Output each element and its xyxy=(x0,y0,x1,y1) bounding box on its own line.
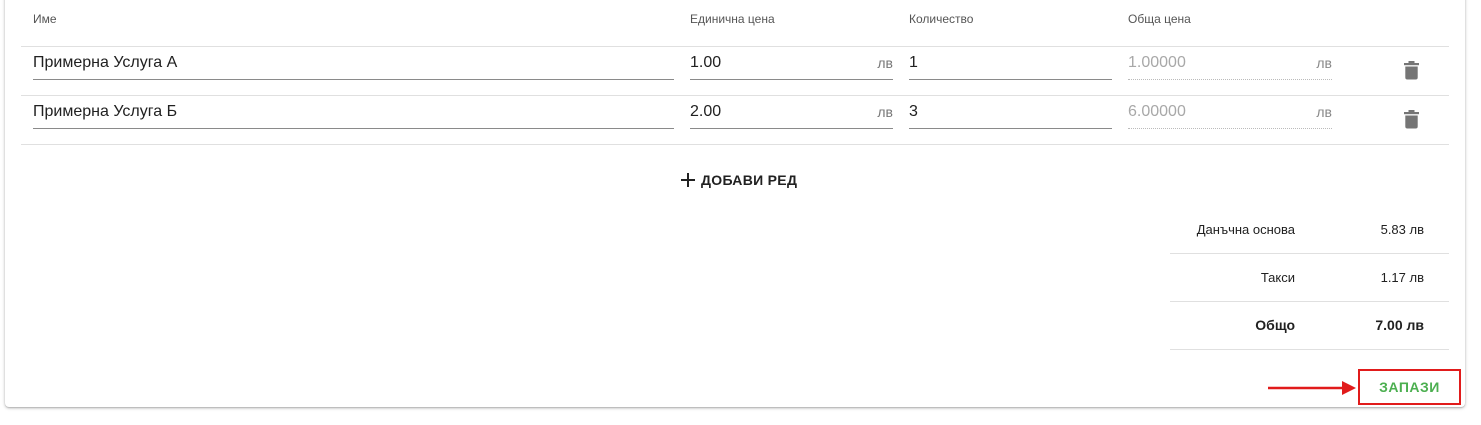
row-divider xyxy=(21,144,1449,145)
unit-price-input[interactable]: 2.00 лв xyxy=(690,95,893,129)
table-row: Примерна Услуга А 1.00 лв 1 1.00000 лв xyxy=(0,46,1481,95)
tax-base-label: Данъчна основа xyxy=(1196,222,1295,237)
column-header-total-price: Обща цена xyxy=(1128,12,1191,26)
taxes-value: 1.17 лв xyxy=(1380,270,1424,285)
quantity-input[interactable]: 1 xyxy=(909,46,1112,80)
unit-price-input[interactable]: 1.00 лв xyxy=(690,46,893,80)
summary-divider xyxy=(1170,253,1449,254)
item-name-value: Примерна Услуга А xyxy=(33,54,178,71)
column-header-unit-price: Единична цена xyxy=(690,12,775,26)
item-name-input[interactable]: Примерна Услуга А xyxy=(33,46,674,80)
taxes-label: Такси xyxy=(1260,270,1295,285)
total-price-value: 6.00000 xyxy=(1128,103,1186,120)
delete-row-icon[interactable] xyxy=(1404,60,1419,85)
add-row-label: ДОБАВИ РЕД xyxy=(701,172,798,188)
total-price-field: 6.00000 лв xyxy=(1128,95,1332,129)
summary-divider xyxy=(1170,301,1449,302)
quantity-input[interactable]: 3 xyxy=(909,95,1112,129)
table-row: Примерна Услуга Б 2.00 лв 3 6.00000 лв xyxy=(0,95,1481,144)
item-name-input[interactable]: Примерна Услуга Б xyxy=(33,95,674,129)
save-label: ЗАПАЗИ xyxy=(1379,379,1440,395)
quantity-value: 3 xyxy=(909,103,918,120)
save-button[interactable]: ЗАПАЗИ xyxy=(1358,369,1461,405)
unit-price-value: 1.00 xyxy=(690,54,722,71)
currency-suffix: лв xyxy=(877,55,893,71)
summary-divider xyxy=(1170,349,1449,350)
total-price-field: 1.00000 лв xyxy=(1128,46,1332,80)
currency-suffix: лв xyxy=(1316,55,1332,71)
delete-row-icon[interactable] xyxy=(1404,109,1419,134)
total-price-value: 1.00000 xyxy=(1128,54,1186,71)
item-name-value: Примерна Услуга Б xyxy=(33,103,178,120)
plus-icon xyxy=(681,173,695,187)
trash-icon xyxy=(1404,61,1419,80)
quantity-value: 1 xyxy=(909,54,918,71)
add-row-button[interactable]: ДОБАВИ РЕД xyxy=(680,171,797,189)
column-header-name: Име xyxy=(33,12,57,26)
total-label: Общо xyxy=(1255,317,1295,333)
currency-suffix: лв xyxy=(1316,104,1332,120)
unit-price-value: 2.00 xyxy=(690,103,722,120)
total-value: 7.00 лв xyxy=(1375,317,1424,333)
currency-suffix: лв xyxy=(877,104,893,120)
tax-base-value: 5.83 лв xyxy=(1380,222,1424,237)
trash-icon xyxy=(1404,110,1419,129)
annotation-arrow-icon xyxy=(1268,381,1356,395)
column-header-quantity: Количество xyxy=(909,12,974,26)
